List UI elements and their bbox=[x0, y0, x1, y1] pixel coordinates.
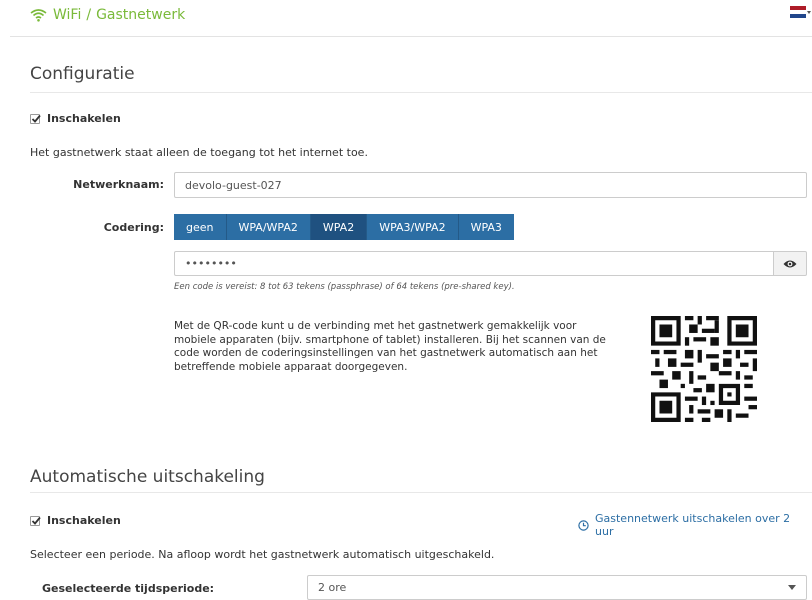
config-info-text: Het gastnetwerk staat alleen de toegang … bbox=[30, 146, 368, 159]
encoding-selector[interactable]: geen WPA/WPA2 WPA2 WPA3/WPA2 WPA3 bbox=[174, 214, 514, 240]
network-name-label: Netwerknaam: bbox=[73, 178, 164, 191]
config-enable-checkbox[interactable]: Inschakelen bbox=[30, 112, 121, 125]
timer-link-label: Gastennetwerk uitschakelen over 2 uur bbox=[595, 512, 791, 538]
chevron-down-icon bbox=[807, 11, 811, 14]
auto-off-info-text: Selecteer een periode. Na afloop wordt h… bbox=[30, 548, 495, 561]
breadcrumb-separator: / bbox=[86, 7, 92, 23]
breadcrumb-current: Gastnetwerk bbox=[96, 7, 186, 23]
show-password-button[interactable] bbox=[774, 251, 807, 276]
config-title: Configuratie bbox=[30, 64, 135, 84]
header-divider bbox=[10, 36, 812, 37]
checkbox-checked-icon[interactable] bbox=[30, 113, 41, 124]
checkbox-checked-icon[interactable] bbox=[30, 515, 41, 526]
period-select[interactable]: 2 ore bbox=[307, 575, 807, 600]
caret-down-icon bbox=[788, 585, 796, 590]
wifi-icon bbox=[30, 9, 47, 22]
password-hint: Een code is vereist: 8 tot 63 tekens (pa… bbox=[174, 282, 515, 292]
encoding-label: Codering: bbox=[103, 221, 164, 234]
password-input[interactable]: •••••••• bbox=[174, 251, 774, 276]
config-divider bbox=[30, 92, 812, 93]
encoding-option-wpa-wpa2[interactable]: WPA/WPA2 bbox=[226, 214, 311, 240]
breadcrumb-root[interactable]: WiFi bbox=[53, 7, 81, 23]
period-label: Geselecteerde tijdsperiode: bbox=[42, 582, 215, 595]
encoding-option-wpa2[interactable]: WPA2 bbox=[310, 214, 368, 240]
config-enable-label: Inschakelen bbox=[47, 112, 121, 125]
password-value: •••••••• bbox=[185, 257, 237, 270]
encoding-option-none[interactable]: geen bbox=[174, 214, 227, 240]
eye-icon bbox=[783, 260, 797, 267]
clock-icon bbox=[578, 519, 589, 531]
qr-code bbox=[651, 316, 757, 422]
encoding-option-wpa3-wpa2[interactable]: WPA3/WPA2 bbox=[367, 214, 459, 240]
network-name-input[interactable]: devolo-guest-027 bbox=[174, 172, 807, 198]
breadcrumb: WiFi / Gastnetwerk bbox=[30, 5, 185, 25]
network-name-value: devolo-guest-027 bbox=[185, 178, 282, 192]
auto-off-enable-label: Inschakelen bbox=[47, 514, 121, 527]
period-value: 2 ore bbox=[318, 581, 347, 594]
auto-off-divider bbox=[30, 492, 812, 493]
qr-description: Met de QR-code kunt u de verbinding met … bbox=[174, 320, 606, 373]
encoding-option-wpa3[interactable]: WPA3 bbox=[458, 214, 514, 240]
auto-off-title: Automatische uitschakeling bbox=[30, 467, 265, 487]
auto-off-enable-checkbox[interactable]: Inschakelen bbox=[30, 514, 121, 527]
flag-nl-icon[interactable] bbox=[790, 6, 812, 20]
timer-link[interactable]: Gastennetwerk uitschakelen over 2 uur bbox=[578, 512, 812, 538]
